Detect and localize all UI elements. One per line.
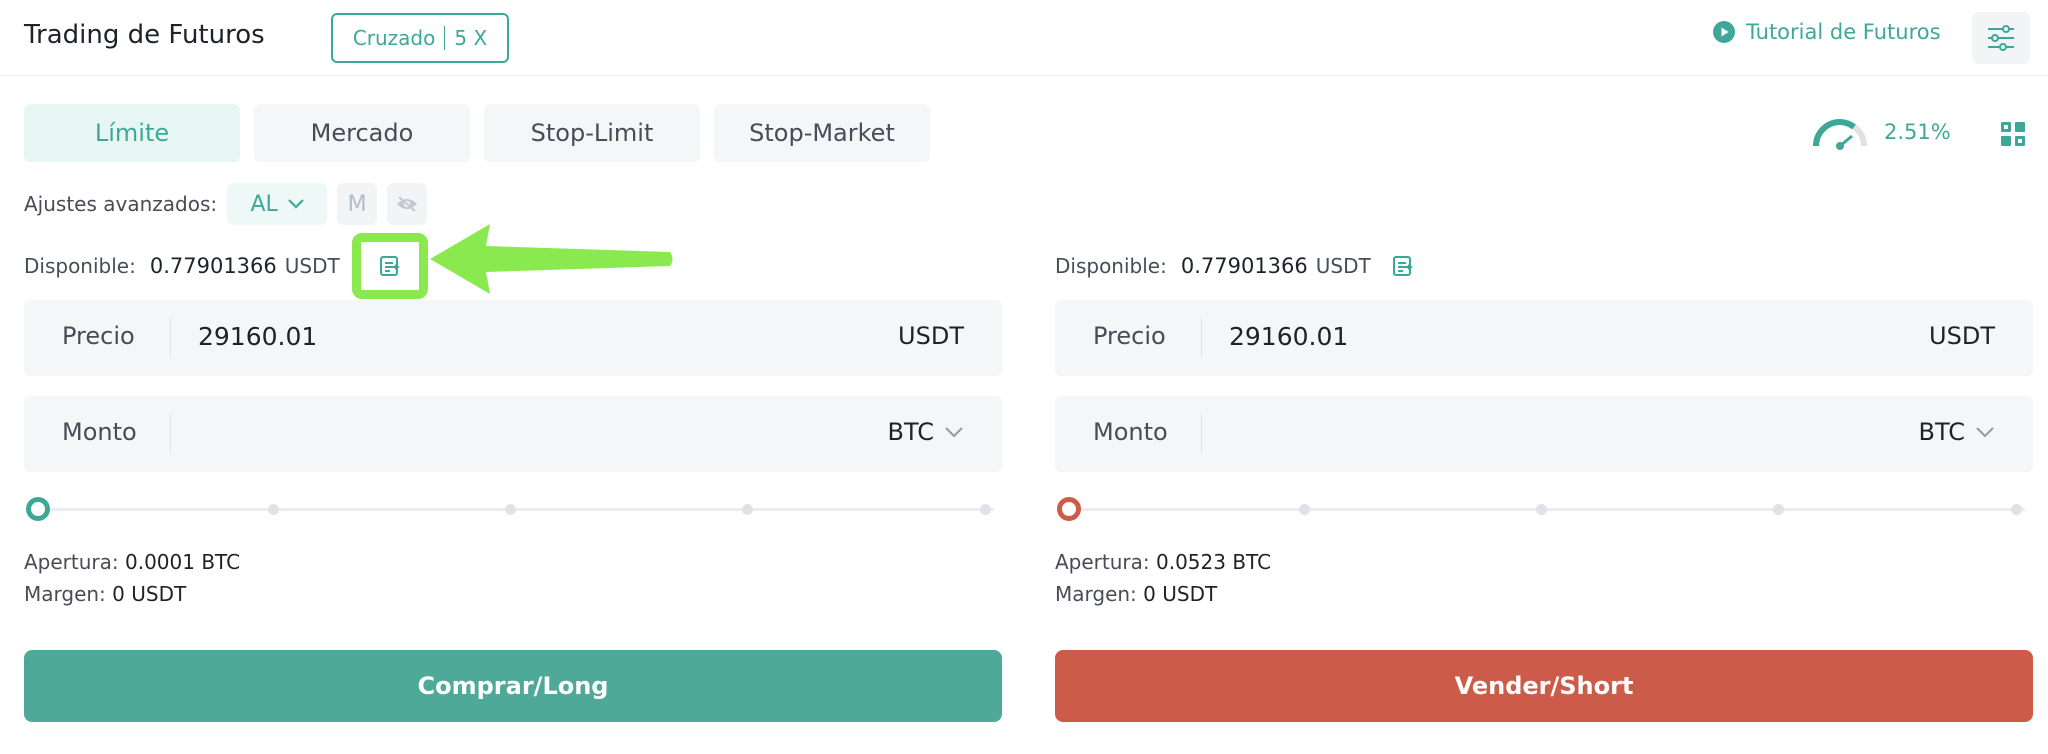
available-label: Disponible: (24, 254, 136, 278)
apertura-label: Apertura: (24, 550, 119, 574)
sell-price-input[interactable]: 29160.01 (1229, 322, 1348, 351)
layout-grid-icon[interactable] (2000, 121, 2026, 147)
m-label: M (347, 191, 367, 217)
eye-off-icon (397, 196, 418, 212)
amount-unit-dropdown[interactable]: BTC (888, 418, 964, 446)
slider-track (38, 508, 994, 511)
amount-unit-label: BTC (1918, 418, 1965, 446)
field-divider (1201, 414, 1202, 454)
play-circle-icon (1713, 21, 1735, 43)
available-label: Disponible: (1055, 254, 1167, 278)
price-unit-label: USDT (1929, 322, 1995, 350)
header-bar: Trading de Futuros Cruzado 5 X Tutorial … (0, 0, 2048, 76)
price-unit-label: USDT (898, 322, 964, 350)
visibility-toggle-button[interactable] (387, 183, 428, 225)
buy-transfer-button[interactable] (351, 233, 428, 299)
margen-label: Margen: (24, 582, 106, 606)
margin-leverage-button[interactable]: Cruzado 5 X (331, 13, 509, 63)
page-title: Trading de Futuros (24, 20, 265, 50)
margen-value: 0 USDT (112, 582, 187, 606)
tab-stop-market[interactable]: Stop-Market (714, 104, 930, 162)
sell-apertura-row: Apertura: 0.0523 BTC (1055, 550, 1271, 574)
slider-step-100[interactable] (2011, 504, 2022, 515)
apertura-value: 0.0001 BTC (125, 550, 241, 574)
slider-handle[interactable] (1057, 497, 1081, 521)
slider-handle[interactable] (26, 497, 50, 521)
slider-step-25[interactable] (1299, 504, 1310, 515)
margen-value: 0 USDT (1143, 582, 1218, 606)
sell-panel: Disponible: 0.77901366 USDT Precio 29160… (1055, 244, 2033, 722)
price-unit: USDT (898, 322, 964, 350)
al-dropdown[interactable]: AL (227, 183, 328, 225)
field-divider (1201, 318, 1202, 358)
sell-price-field[interactable]: Precio 29160.01 USDT (1055, 300, 2033, 376)
tutorial-link[interactable]: Tutorial de Futuros (1712, 20, 1941, 44)
available-value: 0.77901366 (1180, 254, 1308, 278)
transfer-icon (379, 256, 400, 276)
buy-amount-field[interactable]: Monto BTC (24, 396, 1002, 472)
slider-track (1069, 508, 2025, 511)
sell-transfer-button[interactable] (1381, 244, 1425, 288)
slider-step-75[interactable] (742, 504, 753, 515)
chevron-down-icon (288, 199, 304, 209)
risk-rate-value: 2.51% (1884, 120, 1951, 144)
al-label: AL (250, 191, 278, 217)
slider-step-50[interactable] (505, 504, 516, 515)
margin-mode-label: Cruzado (352, 26, 436, 50)
sell-available-row: Disponible: 0.77901366 USDT (1055, 244, 2033, 288)
risk-gauge-icon (1813, 119, 1867, 150)
amount-label: Monto (62, 418, 137, 446)
chevron-down-icon (1976, 427, 1994, 438)
sell-amount-slider[interactable] (1055, 494, 2025, 524)
sell-short-button[interactable]: Vender/Short (1055, 650, 2033, 722)
slider-step-100[interactable] (980, 504, 991, 515)
slider-step-25[interactable] (268, 504, 279, 515)
advanced-settings-row: Ajustes avanzados: AL M (24, 182, 428, 226)
sliders-icon (1988, 25, 2014, 51)
field-divider (170, 414, 171, 454)
tab-limite[interactable]: Límite (24, 104, 240, 162)
field-divider (170, 318, 171, 358)
sell-margen-row: Margen: 0 USDT (1055, 582, 1217, 606)
buy-price-field[interactable]: Precio 29160.01 USDT (24, 300, 1002, 376)
leverage-label: 5 X (454, 26, 488, 50)
margen-label: Margen: (1055, 582, 1137, 606)
order-type-tabs: Límite Mercado Stop-Limit Stop-Market (24, 104, 930, 162)
slider-step-50[interactable] (1536, 504, 1547, 515)
transfer-icon (1392, 256, 1413, 276)
price-unit: USDT (1929, 322, 1995, 350)
available-unit: USDT (1315, 254, 1371, 278)
available-value: 0.77901366 (149, 254, 277, 278)
advanced-settings-label: Ajustes avanzados: (24, 192, 218, 216)
buy-amount-slider[interactable] (24, 494, 994, 524)
slider-step-75[interactable] (1773, 504, 1784, 515)
amount-unit-label: BTC (887, 418, 934, 446)
available-unit: USDT (284, 254, 340, 278)
apertura-label: Apertura: (1055, 550, 1150, 574)
buy-long-button[interactable]: Comprar/Long (24, 650, 1002, 722)
apertura-value: 0.0523 BTC (1156, 550, 1272, 574)
amount-label: Monto (1093, 418, 1168, 446)
settings-button[interactable] (1972, 12, 2030, 64)
annotation-arrow-icon (430, 224, 673, 294)
pill-divider (444, 26, 446, 50)
tab-mercado[interactable]: Mercado (254, 104, 470, 162)
amount-unit-dropdown[interactable]: BTC (1919, 418, 1995, 446)
tab-stop-limit[interactable]: Stop-Limit (484, 104, 700, 162)
price-label: Precio (1093, 322, 1166, 350)
sell-amount-field[interactable]: Monto BTC (1055, 396, 2033, 472)
m-mode-button[interactable]: M (337, 183, 378, 225)
price-label: Precio (62, 322, 135, 350)
buy-margen-row: Margen: 0 USDT (24, 582, 186, 606)
tutorial-label: Tutorial de Futuros (1746, 20, 1941, 44)
chevron-down-icon (945, 427, 963, 438)
buy-price-input[interactable]: 29160.01 (198, 322, 317, 351)
buy-apertura-row: Apertura: 0.0001 BTC (24, 550, 240, 574)
